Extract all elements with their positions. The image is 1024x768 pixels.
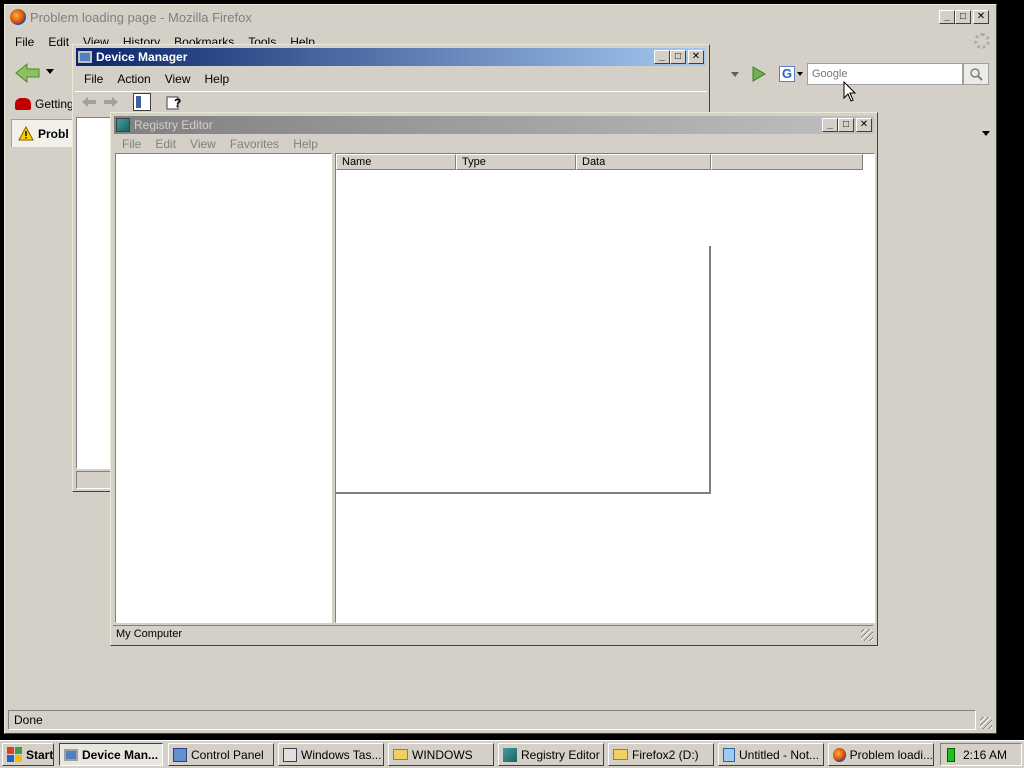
menu-action[interactable]: Action <box>110 70 157 88</box>
go-button[interactable] <box>747 63 769 85</box>
firefox-status-text: Done <box>14 713 43 727</box>
firefox-icon <box>10 9 26 25</box>
taskbar-item-firefox[interactable]: Problem loadi... <box>828 743 934 766</box>
menu-view[interactable]: View <box>183 135 223 153</box>
taskbar-item-registry-editor[interactable]: Registry Editor <box>498 743 604 766</box>
firefox-title: Problem loading page - Mozilla Firefox <box>30 9 252 25</box>
taskbar-item-device-manager[interactable]: Device Man... <box>59 743 163 766</box>
search-button[interactable] <box>963 63 989 85</box>
registry-tree-pane[interactable] <box>115 153 332 623</box>
search-engine-button[interactable]: G <box>779 63 809 85</box>
registry-icon <box>503 747 517 762</box>
taskbar-item-windows-folder[interactable]: WINDOWS <box>388 743 494 766</box>
menu-file[interactable]: File <box>115 135 148 153</box>
registry-status-text: My Computer <box>116 628 183 640</box>
throbber-icon <box>974 33 990 49</box>
taskbar-item-notepad[interactable]: Untitled - Not... <box>718 743 824 766</box>
windows-logo-icon <box>7 747 22 762</box>
forward-button[interactable] <box>103 95 119 112</box>
redraw-artifact <box>709 246 711 494</box>
show-hide-tree-button[interactable] <box>133 93 151 111</box>
device-manager-title: Device Manager <box>96 50 188 64</box>
go-arrow-icon <box>752 66 766 82</box>
column-filler-header <box>711 154 863 170</box>
google-icon: G <box>779 66 795 82</box>
close-button[interactable]: ✕ <box>856 118 872 132</box>
registry-editor-window: Registry Editor _ □ ✕ File Edit View Fav… <box>110 112 878 646</box>
bookmark-getting-started[interactable]: Getting <box>15 97 74 111</box>
taskbar-item-control-panel[interactable]: Control Panel <box>168 743 274 766</box>
menu-favorites[interactable]: Favorites <box>223 135 286 153</box>
back-button[interactable] <box>81 95 97 112</box>
maximize-button[interactable]: □ <box>955 10 971 24</box>
url-dropdown-button[interactable] <box>727 63 743 85</box>
column-data-header[interactable]: Data <box>576 154 711 170</box>
notepad-icon <box>723 747 735 762</box>
back-arrow-icon <box>15 62 40 84</box>
device-manager-menubar: File Action View Help <box>77 70 236 88</box>
system-tray: 2:16 AM <box>940 743 1022 766</box>
control-panel-icon <box>173 747 187 762</box>
taskbar-item-windows-task-manager[interactable]: Windows Tas... <box>278 743 384 766</box>
properties-help-icon[interactable]: ? <box>165 93 183 111</box>
column-type-header[interactable]: Type <box>456 154 576 170</box>
device-manager-titlebar[interactable]: Device Manager _ □ ✕ <box>76 48 706 66</box>
minimize-button[interactable]: _ <box>822 118 838 132</box>
registry-editor-title: Registry Editor <box>134 118 213 132</box>
column-name-header[interactable]: Name <box>336 154 456 170</box>
red-hat-icon <box>15 98 31 110</box>
menu-help[interactable]: Help <box>286 135 325 153</box>
menu-edit[interactable]: Edit <box>41 33 76 51</box>
svg-text:?: ? <box>174 96 181 110</box>
computer-icon <box>78 51 92 63</box>
menu-help[interactable]: Help <box>198 70 237 88</box>
computer-icon <box>64 748 78 761</box>
maximize-button[interactable]: □ <box>838 118 854 132</box>
firefox-statusbar: Done <box>8 710 976 730</box>
firefox-icon <box>833 747 846 762</box>
redraw-artifact <box>336 492 711 494</box>
back-dropdown-icon[interactable] <box>46 69 54 74</box>
clock[interactable]: 2:16 AM <box>963 748 1007 762</box>
search-input[interactable] <box>807 63 963 85</box>
mouse-cursor-icon <box>843 81 857 102</box>
maximize-button[interactable]: □ <box>670 50 686 64</box>
minimize-button[interactable]: _ <box>654 50 670 64</box>
start-button[interactable]: Start <box>2 743 54 766</box>
magnifier-icon <box>970 68 983 81</box>
registry-icon <box>116 118 130 132</box>
folder-icon <box>613 749 628 760</box>
tab-list-button[interactable] <box>977 122 995 144</box>
network-activity-icon[interactable] <box>947 747 955 762</box>
taskbar-item-firefox2-drive[interactable]: Firefox2 (D:) <box>608 743 714 766</box>
registry-statusbar: My Computer <box>113 625 873 643</box>
back-arrow-icon <box>82 97 96 107</box>
menu-edit[interactable]: Edit <box>148 135 183 153</box>
close-button[interactable]: ✕ <box>973 10 989 24</box>
back-button[interactable] <box>13 61 43 85</box>
registry-values-pane[interactable]: Name Type Data <box>335 153 875 623</box>
resize-grip-icon[interactable] <box>861 629 873 641</box>
resize-grip-icon[interactable] <box>980 717 992 729</box>
task-manager-icon <box>283 747 297 762</box>
menu-file[interactable]: File <box>8 33 41 51</box>
menu-view[interactable]: View <box>158 70 198 88</box>
warning-icon <box>18 126 34 141</box>
firefox-titlebar[interactable]: Problem loading page - Mozilla Firefox _… <box>8 7 993 27</box>
minimize-button[interactable]: _ <box>939 10 955 24</box>
forward-arrow-icon <box>104 97 118 107</box>
registry-editor-menubar: File Edit View Favorites Help <box>115 135 325 153</box>
registry-editor-titlebar[interactable]: Registry Editor _ □ ✕ <box>114 116 874 134</box>
menu-file[interactable]: File <box>77 70 110 88</box>
folder-icon <box>393 749 408 760</box>
close-button[interactable]: ✕ <box>688 50 704 64</box>
